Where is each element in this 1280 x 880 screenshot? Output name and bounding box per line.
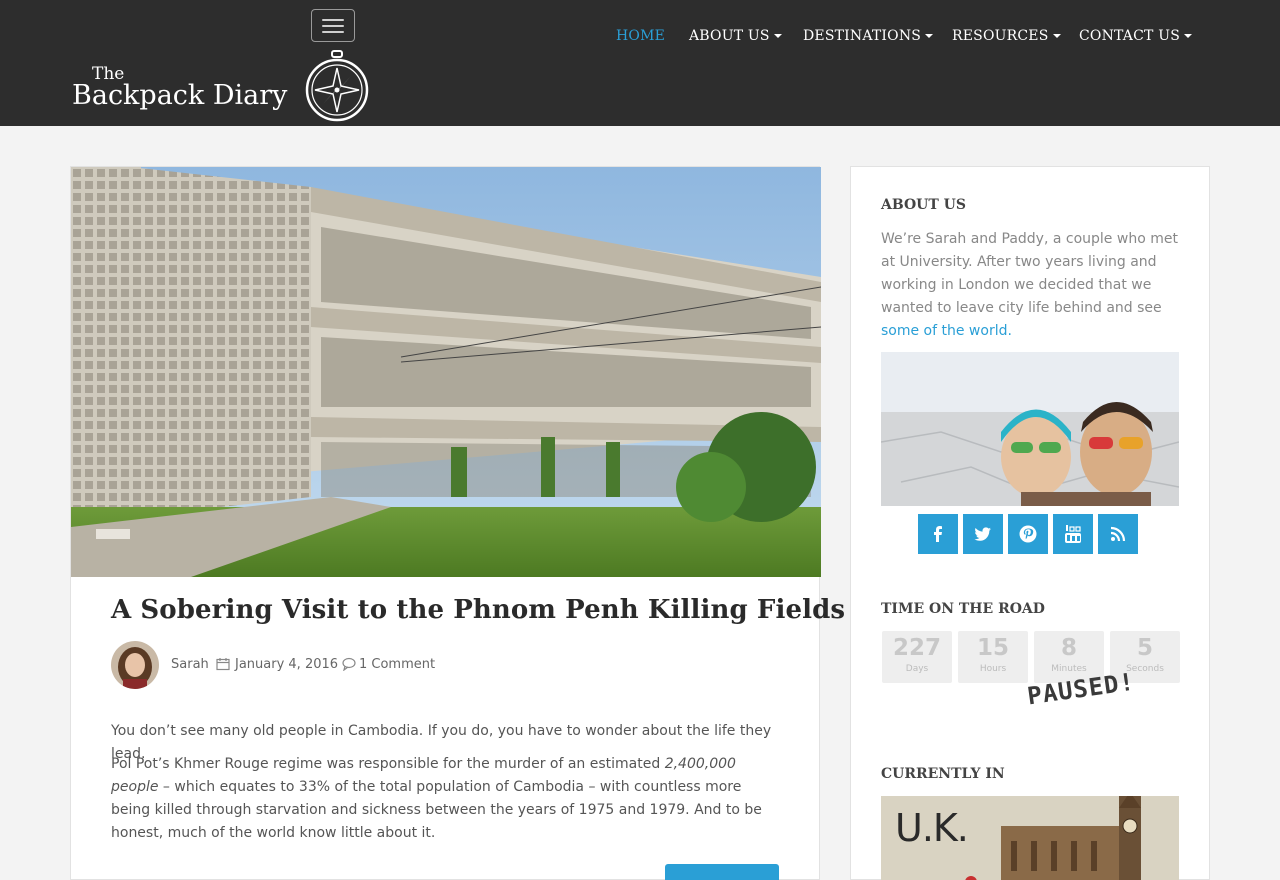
nav-destinations-label: DESTINATIONS xyxy=(803,28,922,44)
twitter-icon xyxy=(974,527,991,541)
hamburger-icon-bar xyxy=(322,31,344,33)
post-paragraph-2: Pol Pot’s Khmer Rouge regime was respons… xyxy=(111,753,781,845)
about-us-heading: ABOUT US xyxy=(881,197,966,213)
youtube-icon xyxy=(1065,525,1081,543)
counter-days-value: 227 xyxy=(892,635,941,661)
youtube-button[interactable] xyxy=(1053,514,1093,554)
post-featured-image[interactable] xyxy=(71,167,821,577)
salt-flat-photo xyxy=(881,352,1179,506)
rss-icon xyxy=(1110,526,1126,542)
post-card: A Sobering Visit to the Phnom Penh Killi… xyxy=(70,166,845,880)
facebook-icon xyxy=(934,526,942,542)
counter-minutes-value: 8 xyxy=(1060,635,1077,661)
counter-hours-label: Hours xyxy=(979,664,1007,674)
nav-contact-us-label: CONTACT US xyxy=(1079,28,1181,44)
about-us-text: We’re Sarah and Paddy, a couple who met … xyxy=(881,228,1181,343)
counter-hours-value: 15 xyxy=(976,635,1009,661)
logo-big-text: Backpack Diary xyxy=(72,80,288,111)
counter-seconds-value: 5 xyxy=(1136,635,1153,661)
post-comments-link[interactable]: 1 Comment xyxy=(359,657,435,672)
nav-about-us-label: ABOUT US xyxy=(689,28,770,44)
nav-destinations[interactable]: DESTINATIONS xyxy=(803,28,934,44)
hamburger-icon xyxy=(322,19,344,21)
pinterest-icon xyxy=(1019,525,1037,543)
post-author[interactable]: Sarah xyxy=(171,657,209,672)
rss-button[interactable] xyxy=(1098,514,1138,554)
twitter-button[interactable] xyxy=(963,514,1003,554)
nav-home[interactable]: HOME xyxy=(616,28,665,44)
caret-down-icon xyxy=(773,34,782,38)
time-on-road-heading: TIME ON THE ROAD xyxy=(881,601,1045,617)
nav-resources-label: RESOURCES xyxy=(952,28,1049,44)
facebook-button[interactable] xyxy=(918,514,958,554)
read-more-button[interactable] xyxy=(665,864,779,880)
counter-hours: 15 Hours xyxy=(958,631,1028,683)
sidebar: ABOUT US We’re Sarah and Paddy, a couple… xyxy=(850,166,1210,880)
currently-in-image[interactable]: U.K. xyxy=(881,796,1179,880)
hamburger-icon-bar xyxy=(322,25,344,27)
menu-toggle-button[interactable] xyxy=(311,9,355,42)
paragraph-2-text-end: – which equates to 33% of the total popu… xyxy=(111,779,762,841)
couple-photo xyxy=(881,352,1179,506)
pinterest-button[interactable] xyxy=(1008,514,1048,554)
nav-resources[interactable]: RESOURCES xyxy=(952,28,1061,44)
site-header: The Backpack Diary HOME ABOUT US DESTINA… xyxy=(0,0,1280,126)
about-us-link[interactable]: some of the world. xyxy=(881,323,1012,339)
caret-down-icon xyxy=(1184,34,1193,38)
site-logo[interactable]: The Backpack Diary xyxy=(70,50,370,124)
post-title[interactable]: A Sobering Visit to the Phnom Penh Killi… xyxy=(111,595,845,625)
compass-icon xyxy=(305,50,369,122)
nav-contact-us[interactable]: CONTACT US xyxy=(1079,28,1193,44)
about-us-body: We’re Sarah and Paddy, a couple who met … xyxy=(881,231,1178,316)
paragraph-2-text: Pol Pot’s Khmer Rouge regime was respons… xyxy=(111,756,665,772)
caret-down-icon xyxy=(1052,34,1061,38)
post-date: January 4, 2016 xyxy=(235,657,339,672)
nav-about-us[interactable]: ABOUT US xyxy=(689,28,782,44)
counter-days: 227 Days xyxy=(882,631,952,683)
author-photo xyxy=(111,641,159,689)
comment-icon xyxy=(342,657,356,671)
currently-in-place: U.K. xyxy=(895,806,969,850)
author-avatar[interactable] xyxy=(111,641,159,689)
currently-in-heading: CURRENTLY IN xyxy=(881,766,1005,782)
nav-home-label: HOME xyxy=(616,28,666,44)
caret-down-icon xyxy=(925,34,934,38)
calendar-icon xyxy=(216,658,230,671)
counter-days-label: Days xyxy=(905,664,929,674)
building-photo xyxy=(71,167,821,577)
